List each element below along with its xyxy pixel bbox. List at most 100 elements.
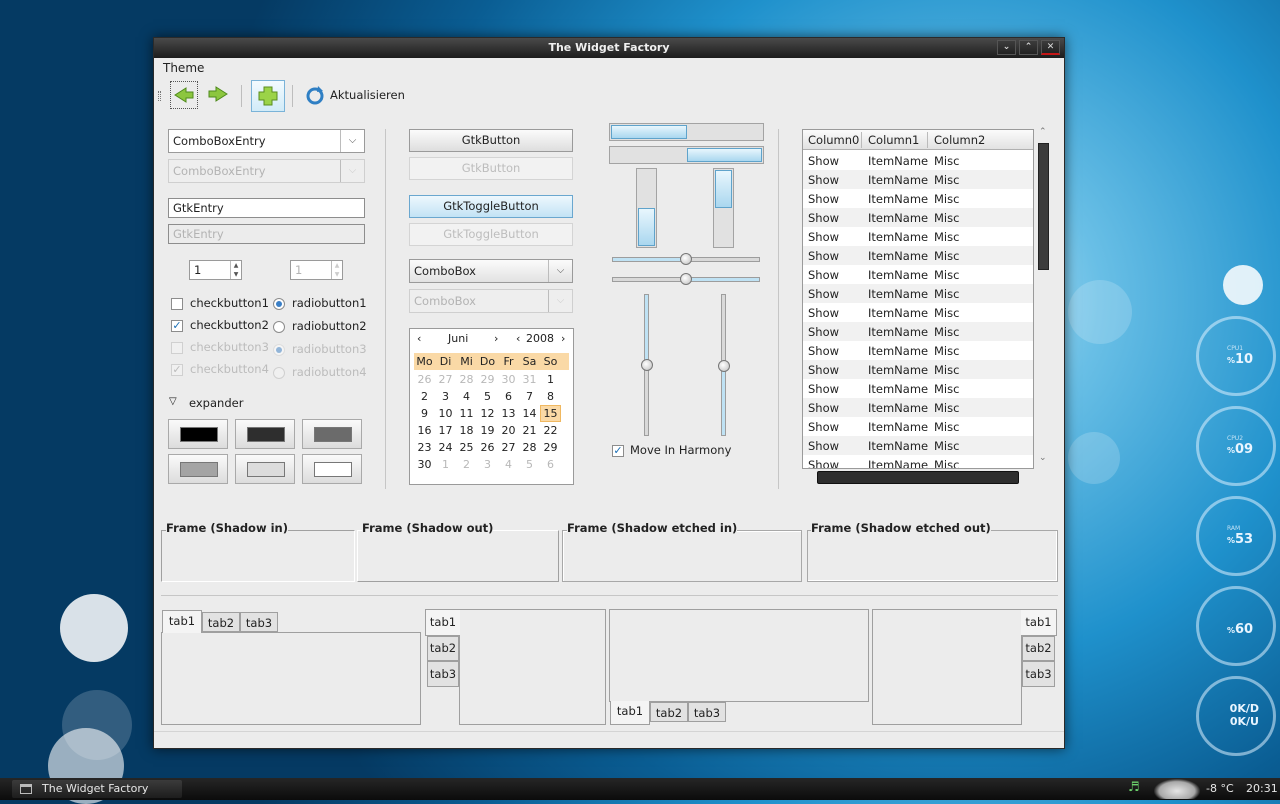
calendar-day[interactable]: 2: [456, 456, 477, 473]
calendar-day[interactable]: 30: [498, 371, 519, 388]
color-button-dark-gray[interactable]: [235, 419, 295, 449]
clock[interactable]: 20:31: [1246, 782, 1278, 795]
calendar-day[interactable]: 9: [414, 405, 435, 422]
calendar-day[interactable]: 29: [540, 439, 561, 456]
calendar-day[interactable]: 19: [477, 422, 498, 439]
notebook-bottom-tab2[interactable]: tab2: [650, 702, 688, 722]
notebook-right-tab2[interactable]: tab2: [1022, 636, 1055, 661]
notebook-left-tab2[interactable]: tab2: [427, 636, 459, 661]
calendar-day[interactable]: 26: [477, 439, 498, 456]
tree-hscrollbar[interactable]: [817, 471, 1019, 484]
move-in-harmony-checkbox[interactable]: ✓: [612, 445, 624, 457]
scale-v1-knob[interactable]: [641, 359, 653, 371]
scale-h1-knob[interactable]: [680, 253, 692, 265]
gtk-entry-field[interactable]: GtkEntry: [168, 198, 365, 218]
radiobutton2[interactable]: [273, 321, 285, 333]
column-header[interactable]: Column0: [808, 133, 859, 147]
tree-vscrollbar[interactable]: ⌃ ⌄: [1037, 127, 1051, 469]
calendar-day[interactable]: 11: [456, 405, 477, 422]
tree-row[interactable]: Show ItemName Misc: [803, 227, 1033, 246]
tree-row[interactable]: Show ItemName Misc: [803, 379, 1033, 398]
refresh-button[interactable]: Aktualisieren: [304, 85, 414, 107]
calendar-day[interactable]: 3: [477, 456, 498, 473]
scale-v2-knob[interactable]: [718, 360, 730, 372]
tree-row[interactable]: Show ItemName Misc: [803, 208, 1033, 227]
calendar-day[interactable]: 8: [540, 388, 561, 405]
calendar-day[interactable]: 25: [456, 439, 477, 456]
scrollbar-thumb[interactable]: [1038, 143, 1049, 270]
column-header[interactable]: Column1: [868, 133, 919, 147]
notebook-top-tab3[interactable]: tab3: [240, 612, 278, 632]
calendar-day[interactable]: 10: [435, 405, 456, 422]
spin-arrows-icon[interactable]: ▲ ▼: [230, 261, 241, 279]
calendar-day[interactable]: 17: [435, 422, 456, 439]
calendar-day[interactable]: 16: [414, 422, 435, 439]
notebook-right-tab3[interactable]: tab3: [1022, 661, 1055, 687]
menu-theme[interactable]: Theme: [163, 61, 204, 75]
tree-row[interactable]: Show ItemName Misc: [803, 284, 1033, 303]
notebook-bottom-tab1[interactable]: tab1: [610, 701, 650, 725]
calendar-day[interactable]: 5: [519, 456, 540, 473]
calendar-day[interactable]: 24: [435, 439, 456, 456]
prev-month-icon[interactable]: ‹: [417, 329, 421, 349]
close-button[interactable]: ✕: [1041, 40, 1060, 55]
calendar-day[interactable]: 28: [456, 371, 477, 388]
gtk-button[interactable]: GtkButton: [409, 129, 573, 152]
notebook-left-tab3[interactable]: tab3: [427, 661, 459, 687]
scroll-up-icon[interactable]: ⌃: [1039, 127, 1047, 137]
tree-view[interactable]: Column0 Column1 Column2 Show ItemName Misc…: [802, 129, 1034, 469]
scroll-down-icon[interactable]: ⌄: [1039, 453, 1047, 463]
calendar-day[interactable]: 6: [498, 388, 519, 405]
calendar-day[interactable]: 21: [519, 422, 540, 439]
maximize-button[interactable]: ⌃: [1019, 40, 1038, 55]
tree-row[interactable]: Show ItemName Misc: [803, 151, 1033, 170]
next-year-icon[interactable]: ›: [561, 329, 565, 349]
tree-row[interactable]: Show ItemName Misc: [803, 398, 1033, 417]
checkbutton2[interactable]: ✓: [171, 320, 183, 332]
calendar-day[interactable]: 6: [540, 456, 561, 473]
notebook-left-tab1[interactable]: tab1: [425, 609, 460, 636]
calendar-day[interactable]: 13: [498, 405, 519, 422]
calendar-day[interactable]: 26: [414, 371, 435, 388]
add-button[interactable]: [251, 80, 285, 112]
minimize-button[interactable]: ⌄: [997, 40, 1016, 55]
tree-row[interactable]: Show ItemName Misc: [803, 341, 1033, 360]
tree-row[interactable]: Show ItemName Misc: [803, 360, 1033, 379]
toolbar-grip[interactable]: [158, 91, 161, 101]
tree-row[interactable]: Show ItemName Misc: [803, 170, 1033, 189]
window-titlebar[interactable]: The Widget Factory ⌄ ⌃ ✕: [154, 38, 1064, 58]
calendar-day[interactable]: 1: [435, 456, 456, 473]
tree-row[interactable]: Show ItemName Misc: [803, 322, 1033, 341]
notebook-bottom-tab3[interactable]: tab3: [688, 702, 726, 722]
calendar-day[interactable]: 20: [498, 422, 519, 439]
combobox-entry[interactable]: ComboBoxEntry ⌵: [168, 129, 365, 153]
prev-year-icon[interactable]: ‹: [516, 329, 520, 349]
tree-row[interactable]: Show ItemName Misc: [803, 246, 1033, 265]
tree-row[interactable]: Show ItemName Misc: [803, 189, 1033, 208]
calendar-day[interactable]: 1: [540, 371, 561, 388]
column-header[interactable]: Column2: [934, 133, 985, 147]
calendar-day[interactable]: 15: [540, 405, 561, 422]
tree-row[interactable]: Show ItemName Misc: [803, 455, 1033, 468]
combobox[interactable]: ComboBox ⌵: [409, 259, 573, 283]
checkbutton1[interactable]: [171, 298, 183, 310]
scale-h2-knob[interactable]: [680, 273, 692, 285]
color-button-white[interactable]: [302, 454, 362, 484]
tree-row[interactable]: Show ItemName Misc: [803, 436, 1033, 455]
tree-row[interactable]: Show ItemName Misc: [803, 303, 1033, 322]
calendar-day[interactable]: 3: [435, 388, 456, 405]
notebook-top-tab2[interactable]: tab2: [202, 612, 240, 632]
forward-button[interactable]: [205, 81, 233, 109]
color-button-black[interactable]: [168, 419, 228, 449]
next-month-icon[interactable]: ›: [494, 329, 498, 349]
calendar-day[interactable]: 7: [519, 388, 540, 405]
calendar-day[interactable]: 31: [519, 371, 540, 388]
calendar-day[interactable]: 27: [498, 439, 519, 456]
gtk-toggle-button[interactable]: GtkToggleButton: [409, 195, 573, 218]
calendar-day[interactable]: 4: [498, 456, 519, 473]
color-button-gray[interactable]: [302, 419, 362, 449]
radiobutton1[interactable]: [273, 298, 285, 310]
chevron-down-icon[interactable]: ⌵: [340, 130, 364, 152]
task-button[interactable]: The Widget Factory: [12, 780, 182, 798]
notebook-right-tab1[interactable]: tab1: [1021, 609, 1057, 636]
